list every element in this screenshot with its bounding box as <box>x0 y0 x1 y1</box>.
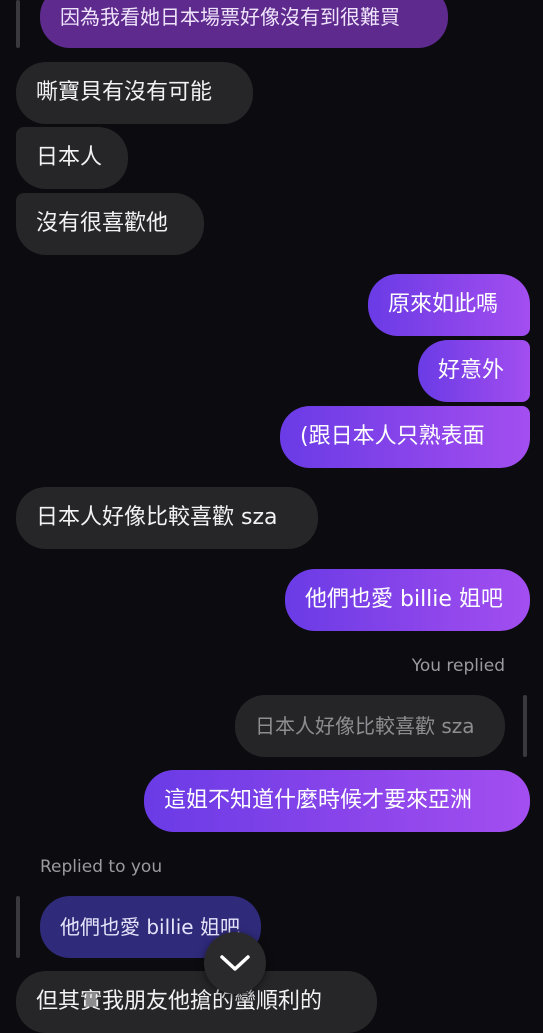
incoming-message[interactable]: 嘶寶貝有沒有可能 <box>16 62 253 124</box>
quoted-message[interactable]: 日本人好像比較喜歡 sza <box>235 695 505 757</box>
message-text: 但其實我朋友他搶的蠻順利的 <box>36 989 323 1014</box>
outgoing-message[interactable]: 原來如此嗎 <box>368 274 530 336</box>
outgoing-message[interactable]: 好意外 <box>418 340 530 402</box>
reply-indicator-bar <box>16 0 20 48</box>
message-text: (跟日本人只熟表面 <box>300 424 485 449</box>
incoming-message[interactable]: 沒有很喜歡他 <box>16 193 204 255</box>
message-text: 原來如此嗎 <box>388 292 499 317</box>
message-text: 日本人好像比較喜歡 sza <box>36 505 278 530</box>
quoted-message[interactable]: 因為我看她日本場票好像沒有到很難買 <box>40 0 448 48</box>
message-text: 日本人 <box>36 145 103 170</box>
quoted-message-text: 日本人好像比較喜歡 sza <box>255 714 475 738</box>
quoted-message-text: 他們也愛 billie 姐吧 <box>60 915 240 939</box>
reply-indicator-bar <box>16 896 20 958</box>
incoming-message[interactable]: 日本人 <box>16 127 128 189</box>
reply-indicator-bar <box>523 695 527 757</box>
outgoing-message[interactable]: 這姐不知道什麼時候才要來亞洲 <box>144 770 530 832</box>
message-text: 好意外 <box>438 358 505 383</box>
incoming-message[interactable]: 日本人好像比較喜歡 sza <box>16 487 318 549</box>
message-text: 他們也愛 billie 姐吧 <box>305 587 503 612</box>
outgoing-message[interactable]: 他們也愛 billie 姐吧 <box>285 569 530 631</box>
reply-context-label: Replied to you <box>40 857 163 877</box>
message-text: 嘶寶貝有沒有可能 <box>36 80 213 105</box>
outgoing-message[interactable]: (跟日本人只熟表面 <box>280 406 530 468</box>
scroll-to-bottom-button[interactable] <box>204 932 266 994</box>
chevron-down-icon <box>220 955 250 971</box>
quoted-message-text: 因為我看她日本場票好像沒有到很難買 <box>60 5 400 29</box>
message-text: 沒有很喜歡他 <box>36 211 169 236</box>
reply-context-label: You replied <box>411 656 505 676</box>
message-text: 這姐不知道什麼時候才要來亞洲 <box>164 788 473 813</box>
